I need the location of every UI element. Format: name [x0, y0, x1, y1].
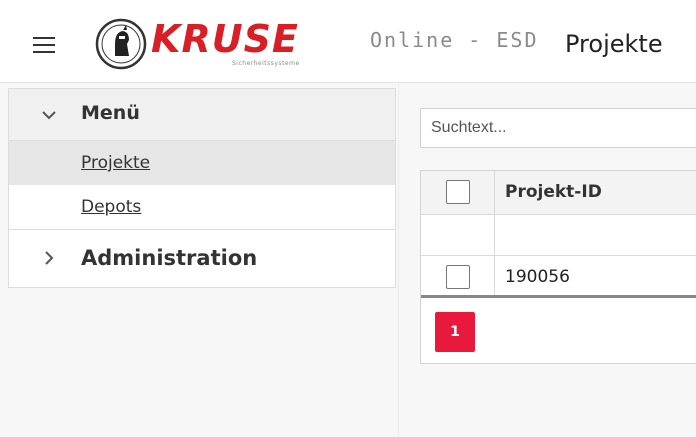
projects-table: Projekt-ID 190056 1: [420, 170, 696, 364]
pagination-page-button[interactable]: 1: [435, 312, 475, 352]
search-input[interactable]: [420, 108, 696, 148]
sidebar: Menü Projekte Depots Administration: [8, 88, 396, 288]
table-row[interactable]: 190056: [421, 256, 696, 298]
kruse-logo: KRUSE Sicherheitssysteme: [95, 16, 335, 72]
sidebar-item-label[interactable]: Projekte: [81, 153, 150, 173]
sidebar-item-depots[interactable]: Depots: [9, 185, 395, 229]
sidebar-admin-label: Administration: [81, 246, 258, 270]
app-subtitle: Online - ESD: [370, 28, 539, 52]
top-bar: KRUSE Sicherheitssysteme Online - ESD Pr…: [0, 0, 696, 83]
sidebar-item-administration[interactable]: Administration: [9, 229, 395, 287]
sidebar-item-label[interactable]: Depots: [81, 197, 141, 217]
filter-cell-projekt-id[interactable]: [495, 215, 696, 255]
brand-tagline: Sicherheitssysteme: [232, 60, 300, 67]
cell-projekt-id: 190056: [505, 267, 570, 287]
sidebar-menu-label: Menü: [81, 102, 140, 124]
table-filter-row: [421, 215, 696, 256]
hamburger-menu-icon[interactable]: [33, 37, 55, 53]
sidebar-item-projekte[interactable]: Projekte: [9, 141, 395, 185]
row-checkbox[interactable]: [446, 265, 470, 289]
table-header-row: Projekt-ID: [421, 171, 696, 215]
chevron-right-icon: [45, 251, 54, 265]
content-divider: [398, 82, 399, 437]
chevron-down-icon: [42, 111, 56, 120]
page-title: Projekte: [565, 30, 663, 58]
select-all-checkbox[interactable]: [446, 180, 470, 204]
column-header-projekt-id[interactable]: Projekt-ID: [505, 182, 602, 202]
knight-emblem-icon: [95, 18, 147, 70]
brand-name: KRUSE: [151, 17, 299, 61]
sidebar-menu-toggle[interactable]: Menü: [9, 89, 395, 141]
